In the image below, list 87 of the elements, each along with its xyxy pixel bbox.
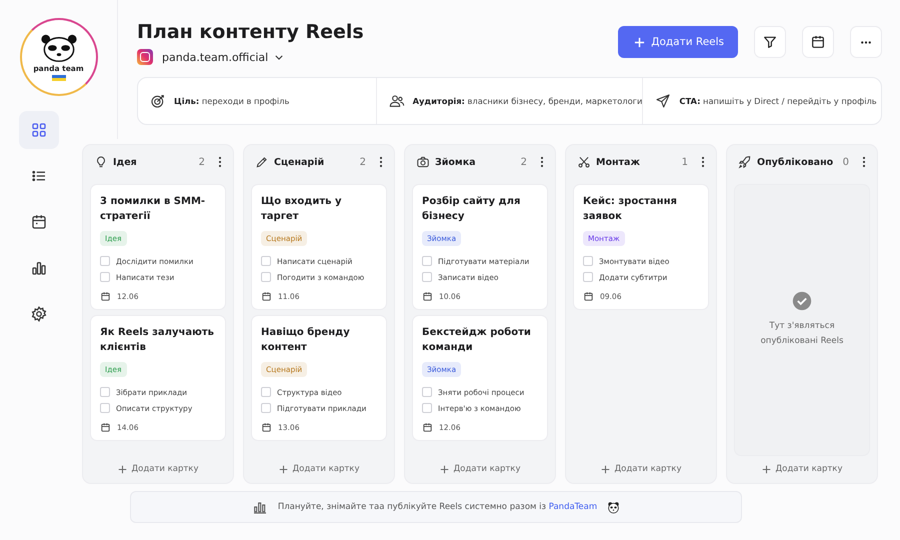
card-title: Як Reels залучають клієнтів [100,326,215,356]
card-count: 2 [360,156,366,168]
calendar-icon [100,422,111,434]
filter-icon [762,34,778,50]
column-menu-button[interactable] [379,156,383,168]
filter-button[interactable] [754,26,786,58]
column-title: Ідея [113,156,138,168]
panda-icon [607,500,620,514]
board-nav-button[interactable] [19,111,59,150]
add-card-button[interactable]: Додати картку [112,461,204,478]
card-title: Розбір сайту для бізнесу [422,195,522,224]
calendar-button[interactable] [802,26,834,58]
settings-icon [30,305,48,324]
calendar-icon [261,422,272,434]
card-title: Бекстейдж роботи команди [422,326,532,356]
card-title: Що входить у таргет [261,195,342,224]
check-circle-icon [792,291,812,312]
column-menu-button[interactable] [540,156,544,168]
calendar-icon [100,291,111,302]
task-checkbox[interactable] [583,256,593,266]
card-count: 2 [198,156,205,168]
calendar-icon [261,291,272,302]
task-checkbox[interactable] [100,256,110,266]
send-icon [655,93,672,109]
plus-icon [762,464,771,474]
plus-icon [440,464,449,474]
card-title: Кейс: зростання заявок [583,195,678,224]
rocket-icon [738,155,752,170]
calendar-icon [583,291,594,302]
column-title: Сценарій [274,156,326,168]
empty-message: Тут з'являться опубліковані Reels [760,320,844,348]
add-card-button[interactable]: Додати картку [434,461,526,478]
scissors-icon [577,155,591,170]
task-checkbox[interactable] [261,256,271,266]
info-text: Ціль: переходи в профіль [174,96,290,106]
column-title: Опубліковано [757,156,834,168]
task-checkbox[interactable] [261,387,271,398]
users-icon [388,93,405,109]
column-menu-button[interactable] [862,156,866,168]
add-card-button[interactable]: Додати картку [756,461,848,478]
camera-icon [416,155,430,170]
column-title: Монтаж [596,156,641,168]
task-checkbox[interactable] [100,403,110,414]
add-reels-button[interactable]: Додати Reels [618,26,738,58]
task-checkbox[interactable] [100,272,110,282]
column-menu-button[interactable] [218,156,222,168]
calendar-icon [810,34,826,50]
plus-icon [118,464,127,474]
column-menu-button[interactable] [701,156,705,168]
camera-app-icon [137,49,153,65]
calendar-icon [30,213,48,232]
task-checkbox[interactable] [422,272,432,282]
target-icon [150,93,166,109]
card-count: 1 [682,156,688,168]
card-count: 0 [842,156,849,168]
task-checkbox[interactable] [422,403,432,414]
calendar-icon [422,422,433,434]
footer-text: Плануйте, знімайте таа публікуйте Reels системно разом із PandaTeam [278,502,598,512]
grid-icon [30,121,48,140]
task-checkbox[interactable] [261,272,271,282]
bulb-icon [94,155,108,170]
task-checkbox[interactable] [100,387,110,398]
page-title: План контенту Reels [137,20,364,45]
plus-icon [634,36,646,48]
card-title: Навіщо бренду контент [261,326,351,356]
task-checkbox[interactable] [422,387,432,398]
task-checkbox[interactable] [261,403,271,414]
add-card-button[interactable]: Додати картку [272,461,366,478]
add-card-button[interactable]: Додати картку [594,461,688,478]
bar-chart-icon [30,259,48,278]
info-text: Аудиторія: власники бізнесу, бренди, маркетологи [412,96,642,106]
pandateam-link[interactable]: PandaTeam [548,502,598,512]
card-count: 2 [520,156,527,168]
column-title: Зйомка [435,156,477,168]
more-button[interactable] [850,26,882,58]
task-checkbox[interactable] [583,272,593,282]
task-checkbox[interactable] [422,256,432,266]
card-title: 3 помилки в SMM-стратегії [100,195,206,224]
flag-icon [52,74,66,81]
more-icon [858,40,874,44]
account-selector[interactable]: panda.team.official [162,50,284,64]
plus-icon [278,464,288,474]
chevron-down-icon [275,54,284,60]
pencil-icon [255,155,269,170]
calendar-icon [422,291,433,302]
plus-icon [600,464,610,474]
info-text: CTA: напишіть у Direct / перейдіть у профіль [679,96,877,106]
